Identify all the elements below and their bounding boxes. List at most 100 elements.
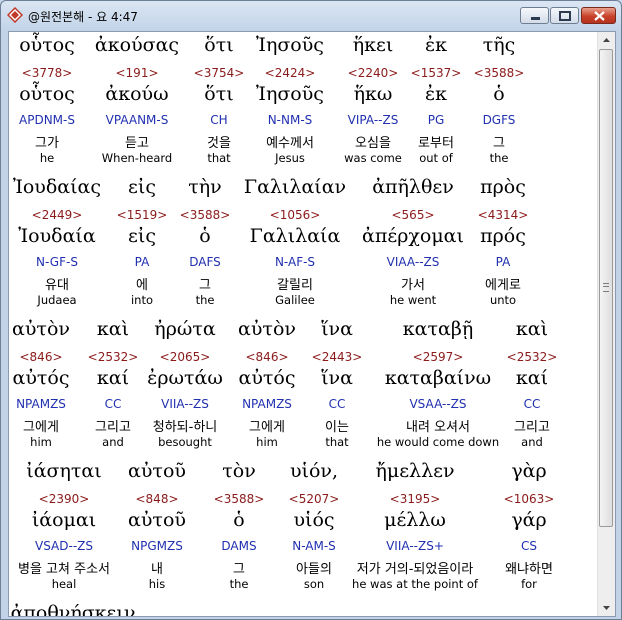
word-greek[interactable]: καταβῇ xyxy=(403,318,473,340)
word-parse: DGFS xyxy=(482,113,516,127)
word-english: he was at the point of xyxy=(352,577,478,591)
word-lemma: ἐκ xyxy=(424,83,448,105)
word-lemma: υἱός xyxy=(293,509,335,531)
word-strongs[interactable]: <565> xyxy=(391,208,434,222)
word-strongs[interactable]: <3778> xyxy=(22,66,73,80)
word-parse: NPAMZS xyxy=(242,397,292,411)
word-english: and xyxy=(102,435,124,449)
word-strongs[interactable]: <1519> xyxy=(117,208,168,222)
word-greek[interactable]: καὶ xyxy=(97,318,129,340)
word-korean: 오심을 xyxy=(355,136,391,151)
word-greek[interactable]: αὐτὸν xyxy=(12,318,70,340)
word-korean: 그가 xyxy=(35,136,59,151)
close-icon xyxy=(594,11,605,21)
word-parse: NPAMZS xyxy=(16,397,66,411)
word-strongs[interactable]: <191> xyxy=(115,66,158,80)
word-greek[interactable]: ἥκει xyxy=(353,34,394,56)
word-lemma: καί xyxy=(96,367,130,389)
word-strongs[interactable]: <3588> xyxy=(474,66,525,80)
minimize-button[interactable] xyxy=(520,7,549,24)
word-greek[interactable]: υἱόν, xyxy=(290,460,338,482)
word-parse: VIIA--ZS+ xyxy=(386,539,444,553)
app-window: @원전본해 - 요 4:47 οὗτος <3778> οὗτος APDNM-S 그가… xyxy=(0,0,622,620)
word-parse: VIPA--ZS xyxy=(347,113,399,127)
word-greek[interactable]: αὐτοῦ xyxy=(128,460,186,482)
word-strongs[interactable]: <3195> xyxy=(390,492,441,506)
word-parse: N-AF-S xyxy=(274,255,316,269)
scroll-down-arrow-icon[interactable] xyxy=(598,599,615,616)
word-korean: 그리고 xyxy=(95,420,131,435)
word-korean: 에게로 xyxy=(485,278,521,293)
word-strongs[interactable]: <5207> xyxy=(289,492,340,506)
word-english: and xyxy=(521,435,543,449)
interlinear-view[interactable]: οὗτος <3778> οὗτος APDNM-S 그가 he ἀκούσας <191> ἀ… xyxy=(8,31,616,617)
word-greek[interactable]: ἰάσηται xyxy=(26,460,101,482)
title-bar[interactable]: @원전본해 - 요 4:47 xyxy=(1,1,621,29)
word-strongs[interactable]: <2597> xyxy=(413,350,464,364)
word-greek[interactable]: Γαλιλαίαν xyxy=(244,176,346,198)
word-lemma: ὁ xyxy=(199,225,211,247)
word-greek[interactable]: οὗτος xyxy=(19,34,75,56)
word-greek[interactable]: τὸν xyxy=(222,460,256,482)
word-greek[interactable]: εἰς xyxy=(128,176,156,198)
word-strongs[interactable]: <2240> xyxy=(348,66,399,80)
word-strongs[interactable]: <2065> xyxy=(160,350,211,364)
word-english: Jesus xyxy=(275,151,305,165)
word-english: When-heard xyxy=(101,151,173,165)
word-strongs[interactable]: <2424> xyxy=(265,66,316,80)
word-strongs[interactable]: <846> xyxy=(245,350,288,364)
word-greek[interactable]: τῆς xyxy=(483,34,516,56)
close-button[interactable] xyxy=(581,7,616,24)
word-english: was come xyxy=(344,151,402,165)
window-title: @원전본해 - 요 4:47 xyxy=(28,10,138,24)
word-greek[interactable]: Ἰουδαίας xyxy=(13,176,101,198)
word-strongs[interactable]: <1063> xyxy=(504,492,555,506)
word-parse: DAMS xyxy=(221,539,257,553)
word-greek[interactable]: καὶ xyxy=(516,318,548,340)
word-parse: APDNM-S xyxy=(19,113,75,127)
word-strongs[interactable]: <2532> xyxy=(88,350,139,364)
word-english: him xyxy=(30,435,52,449)
word-parse: VIIA--ZS xyxy=(161,397,209,411)
word-greek[interactable]: ἀπῆλθεν xyxy=(372,176,454,198)
word-korean: 그리고 xyxy=(514,420,550,435)
word-strongs[interactable]: <2443> xyxy=(312,350,363,364)
word-greek[interactable]: τὴν xyxy=(188,176,221,198)
scroll-up-arrow-icon[interactable] xyxy=(598,32,615,49)
word-greek[interactable]: Ἰησοῦς xyxy=(256,34,324,56)
word-greek[interactable]: ἐκ xyxy=(425,34,447,56)
interlinear-content: οὗτος <3778> οὗτος APDNM-S 그가 he ἀκούσας <191> ἀ… xyxy=(9,32,599,616)
word-parse: N-NM-S xyxy=(267,113,313,127)
word-lemma: ἥκω xyxy=(353,83,393,105)
word-korean: 그 xyxy=(233,562,245,577)
word-greek[interactable]: γὰρ xyxy=(511,460,546,482)
word-greek[interactable]: ἠρώτα xyxy=(154,318,215,340)
word-greek[interactable]: ἤμελλεν xyxy=(375,460,454,482)
word-english: him xyxy=(256,435,278,449)
word-lemma: ἰάομαι xyxy=(31,509,97,531)
word-english: that xyxy=(325,435,349,449)
word-korean: 왜냐하면 xyxy=(505,562,553,577)
word-strongs[interactable]: <3754> xyxy=(194,66,245,80)
word-strongs[interactable]: <3588> xyxy=(214,492,265,506)
word-greek[interactable]: ὅτι xyxy=(204,34,233,56)
word-greek[interactable]: πρὸς xyxy=(480,176,526,198)
word-strongs[interactable]: <4314> xyxy=(478,208,529,222)
word-strongs[interactable]: <2532> xyxy=(507,350,558,364)
vertical-scrollbar[interactable] xyxy=(597,32,615,616)
word-strongs[interactable]: <1537> xyxy=(411,66,462,80)
word-lemma: οὗτος xyxy=(19,83,75,105)
word-greek[interactable]: ἀκούσας xyxy=(95,34,179,56)
word-greek[interactable]: αὐτὸν xyxy=(238,318,296,340)
word-strongs[interactable]: <3588> xyxy=(180,208,231,222)
word-greek[interactable]: ἵνα xyxy=(321,318,353,340)
word-strongs[interactable]: <2390> xyxy=(39,492,90,506)
word-greek[interactable]: ἀποθνῄσκειν xyxy=(11,602,136,616)
maximize-button[interactable] xyxy=(550,7,579,24)
word-lemma: γάρ xyxy=(511,509,547,531)
scrollbar-thumb[interactable] xyxy=(599,49,613,527)
word-strongs[interactable]: <848> xyxy=(135,492,178,506)
word-strongs[interactable]: <2449> xyxy=(32,208,83,222)
word-strongs[interactable]: <846> xyxy=(19,350,62,364)
word-strongs[interactable]: <1056> xyxy=(270,208,321,222)
